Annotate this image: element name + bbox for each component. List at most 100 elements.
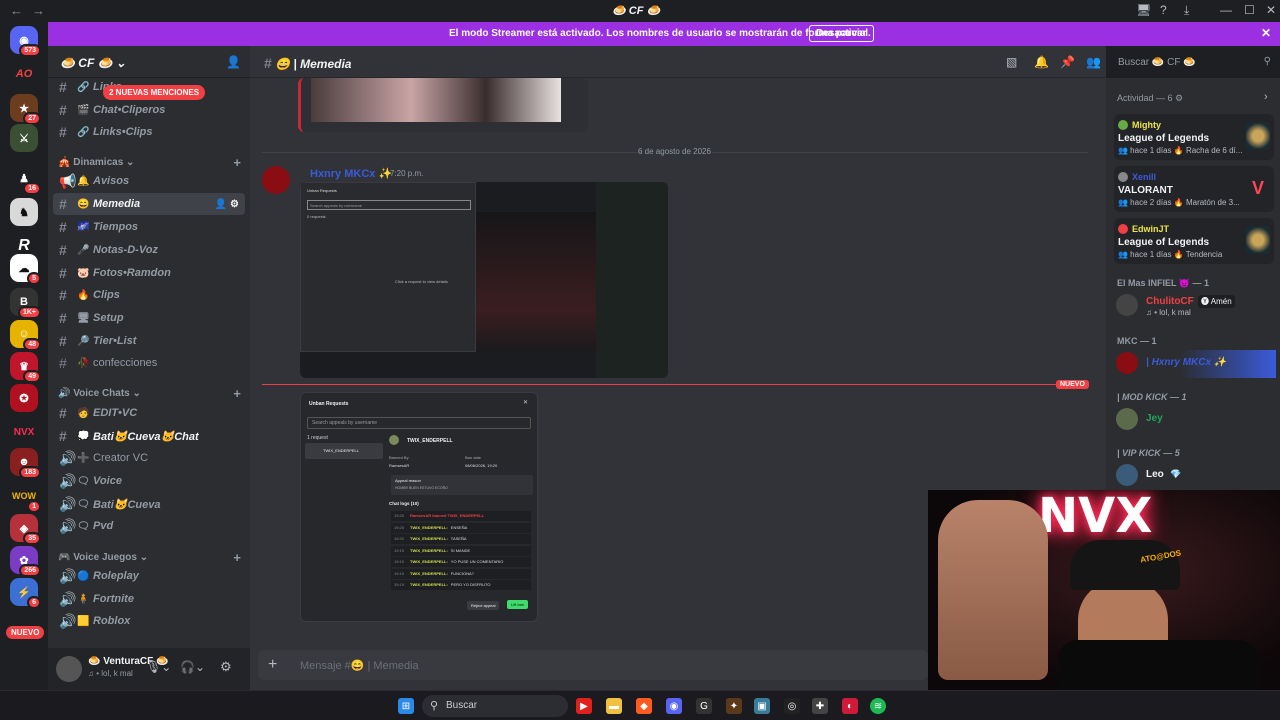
member-item[interactable]: Jey [1116, 406, 1276, 434]
message-author[interactable]: Hxnry MKCx ✨ [310, 167, 392, 180]
channel-settings-icon[interactable]: 👤 ⚙ [215, 199, 239, 210]
channel-fortnite[interactable]: 🔊 🧍 Fortnite [53, 588, 245, 610]
server-icon[interactable]: NVX [10, 418, 38, 446]
server-icon[interactable]: ✿ 266 [10, 546, 41, 577]
category-voice-chats[interactable]: 🔊 Voice Chats ⌄ + [58, 386, 243, 401]
discord-icon[interactable]: ◉ [666, 698, 682, 714]
channel-roblox[interactable]: 🔊 🟨 Roblox [53, 610, 245, 632]
windows-start-icon[interactable]: ⊞ [398, 698, 414, 714]
pin-icon[interactable]: 📌 [1060, 55, 1075, 69]
channel-links-clips[interactable]: # 🔗 Links•Clips [53, 121, 245, 143]
channel-bati-cueva[interactable]: 🔊 🗨 Bati🐱Cueva [53, 493, 245, 515]
app-icon[interactable]: ▣ [754, 698, 770, 714]
bell-icon[interactable]: 🔔 [1034, 55, 1049, 69]
server-icon[interactable]: ◈ 35 [10, 514, 41, 545]
member-item[interactable]: ChulitoCF 🅨 Amén ♫ • lol, k mal [1116, 292, 1276, 320]
channel-fotos-ramdon[interactable]: # 🐷 Fotos•Ramdon [53, 262, 245, 284]
microphone-icon[interactable]: 🎙⌄ [146, 660, 171, 674]
server-icon[interactable]: ☻ 183 [10, 448, 41, 479]
add-channel-icon[interactable]: + [233, 386, 241, 401]
close-window-icon[interactable]: ✕ [1266, 3, 1276, 17]
channel-memedia[interactable]: # 😄 Memedia 👤 ⚙ [53, 193, 245, 215]
add-channel-icon[interactable]: + [233, 155, 241, 170]
threads-icon[interactable]: ▧ [1006, 55, 1017, 69]
channel-edit-vc[interactable]: # 🧑 EDIT•VC [53, 402, 245, 424]
inbox-icon[interactable]: 🖥 [1136, 3, 1151, 17]
server-badge: 5 [27, 272, 41, 285]
maximize-icon[interactable]: ☐ [1244, 3, 1255, 17]
message-composer[interactable]: + Mensaje #😄 | Memedia [258, 650, 928, 680]
spotify-icon[interactable]: ≋ [870, 698, 886, 714]
channel-pvd[interactable]: 🔊 🗨 Pvd [53, 515, 245, 537]
file-explorer-icon[interactable]: ▬ [606, 698, 622, 714]
avatar[interactable] [56, 656, 82, 682]
youtube-icon[interactable]: ▶ [576, 698, 592, 714]
add-channel-icon[interactable]: + [233, 550, 241, 565]
channel-creator-vc[interactable]: 🔊 ➕ Creator VC [53, 447, 245, 469]
activity-card[interactable]: Mighty League of Legends 👥 hace 1 días 🔥… [1114, 114, 1274, 160]
server-icon[interactable]: ♞ [10, 198, 38, 226]
channel-chat-cliperos[interactable]: # 🎬 Chat•Cliperos [53, 99, 245, 121]
avatar[interactable] [262, 166, 290, 194]
server-name[interactable]: 🍮 CF 🍮 ⌄ [60, 56, 126, 70]
gear-icon[interactable]: ⚙ [220, 659, 232, 675]
channel-voice[interactable]: 🔊 🗨 Voice [53, 470, 245, 492]
brave-icon[interactable]: ◆ [636, 698, 652, 714]
forward-arrow-icon[interactable]: → [32, 3, 45, 18]
channel-avisos[interactable]: 📢 🔔 Avisos [53, 170, 245, 192]
channel-notas-d-voz[interactable]: # 🎤 Notas-D-Voz [53, 239, 245, 261]
panel-search: Search appeals by username [307, 200, 471, 210]
attachment-image[interactable]: Unban Requests ✕ Search appeals by usern… [300, 392, 538, 622]
channel-bati-cueva-chat[interactable]: # 💭 Bati🐱Cueva🐱Chat [53, 425, 245, 447]
game-icon[interactable]: ✦ [726, 698, 742, 714]
app-icon[interactable]: ◐ [842, 698, 858, 714]
obs-icon[interactable]: ◎ [784, 698, 800, 714]
attachment-image[interactable]: Unban Requests Search appeals by usernam… [300, 182, 668, 378]
server-icon[interactable]: ♛ 49 [10, 352, 41, 383]
channel-setup[interactable]: # 🖥 Setup [53, 307, 245, 329]
attachment-image[interactable] [298, 78, 588, 132]
new-mentions-pill[interactable]: 2 NUEVAS MENCIONES [103, 85, 206, 100]
member-item[interactable]: | Hxnry MKCx ✨ [1116, 350, 1276, 378]
minimize-icon[interactable]: — [1220, 3, 1232, 17]
server-icon[interactable]: ☁ 5 [10, 254, 41, 285]
invite-people-icon[interactable]: 👤 [226, 55, 241, 69]
channel-tier-list[interactable]: # 🔎 Tier•List [53, 330, 245, 352]
chevron-right-icon[interactable]: › [1264, 91, 1268, 103]
server-icon[interactable]: WOW 1 [10, 482, 41, 513]
headphones-icon[interactable]: 🎧⌄ [180, 660, 205, 674]
activity-card[interactable]: Xenill VALORANT 👥 hace 2 días 🔥 Maratón … [1114, 166, 1274, 212]
download-icon[interactable]: ⤓ [1184, 3, 1189, 18]
server-icon[interactable]: ⚔ [10, 124, 38, 152]
server-icon[interactable]: ♟ 16 [10, 164, 41, 195]
close-icon[interactable]: ✕ [1261, 26, 1271, 40]
app-icon[interactable]: G [696, 698, 712, 714]
server-icon[interactable]: AO [10, 60, 38, 88]
add-attachment-icon[interactable]: + [268, 656, 277, 674]
search-input[interactable]: Buscar 🍮 CF 🍮 ⚲ [1112, 53, 1276, 73]
channel-label: Roblox [93, 615, 131, 627]
server-icon[interactable]: B 1K+ [10, 288, 41, 319]
member-item[interactable]: Leo 💎 [1116, 462, 1276, 490]
taskbar-search[interactable]: ⚲ Buscar [422, 695, 568, 717]
server-icon[interactable]: ★ 27 [10, 94, 41, 125]
app-icon[interactable]: ✚ [812, 698, 828, 714]
channel-tiempos[interactable]: # 🌌 Tiempos [53, 216, 245, 238]
speaker-icon: 🔊 [59, 590, 77, 607]
server-icon[interactable]: ☺ 48 [10, 320, 41, 351]
category-voice-juegos[interactable]: 🎮 Voice Juegos ⌄ + [58, 550, 243, 565]
server-icon[interactable]: ✪ [10, 384, 38, 412]
channel-confecciones[interactable]: # 🥀 confecciones [53, 352, 245, 374]
category-dinamicas[interactable]: 🎪 Dinamicas ⌄ + [58, 155, 243, 170]
back-arrow-icon[interactable]: ← [10, 3, 23, 18]
dm-home-icon[interactable]: ◉ 573 [10, 26, 41, 57]
help-icon[interactable]: ? [1160, 3, 1167, 17]
server-icon[interactable]: ⚡ 6 [10, 578, 41, 609]
members-icon[interactable]: 👥 [1086, 55, 1101, 69]
channel-clips[interactable]: # 🔥 Clips [53, 284, 245, 306]
activity-card[interactable]: EdwinJT League of Legends 👥 hace 1 días … [1114, 218, 1274, 264]
new-servers-pill[interactable]: NUEVO [6, 626, 45, 639]
channel-roleplay[interactable]: 🔊 🔵 Roleplay [53, 565, 245, 587]
disable-streamer-button[interactable]: Desactivar [809, 25, 874, 42]
server-header[interactable]: 🍮 CF 🍮 ⌄ 👤 [48, 46, 250, 78]
